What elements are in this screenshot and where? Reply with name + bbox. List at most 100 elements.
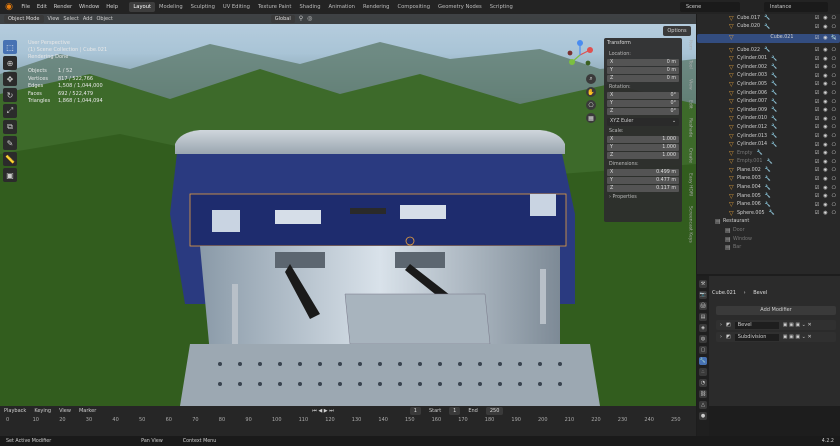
move-icon[interactable]: ✥ bbox=[3, 72, 17, 86]
checkbox-icon[interactable]: ☑ bbox=[815, 202, 819, 208]
outliner-item[interactable]: ▽ Cylinder.012 🔧 ☑ ◉ ⎔ bbox=[697, 123, 840, 132]
menu-view[interactable]: View bbox=[48, 16, 60, 22]
outliner-collection[interactable]: ▤ Window bbox=[697, 235, 840, 244]
eye-icon[interactable]: ◉ bbox=[823, 47, 827, 53]
menu-keying[interactable]: Keying bbox=[34, 408, 51, 414]
checkbox-icon[interactable]: ☑ bbox=[815, 142, 819, 148]
blender-logo-icon[interactable]: ◉ bbox=[4, 2, 14, 12]
camera-icon[interactable]: ⎔ bbox=[832, 176, 836, 182]
outliner-item[interactable]: ▽ Empty 🔧 ☑ ◉ ⎔ bbox=[697, 149, 840, 158]
outliner-item[interactable]: ▽ Sphere.005 🔧 ☑ ◉ ⎔ bbox=[697, 209, 840, 218]
dimensions-x-field[interactable]: X 0.499 m bbox=[607, 169, 679, 176]
checkbox-icon[interactable]: ☑ bbox=[815, 81, 819, 87]
tool-tab-icon[interactable]: ⚒ bbox=[699, 280, 707, 288]
transform-icon[interactable]: ⧉ bbox=[3, 120, 17, 134]
eye-icon[interactable]: ◉ bbox=[823, 124, 827, 130]
select-box-icon[interactable]: ⬚ bbox=[3, 40, 17, 54]
camera-icon[interactable]: ⎔ bbox=[832, 167, 836, 173]
camera-icon[interactable]: ⎔ bbox=[832, 142, 836, 148]
checkbox-icon[interactable]: ☑ bbox=[815, 64, 819, 70]
outliner-item[interactable]: ▽ Cylinder.010 🔧 ☑ ◉ ⎔ bbox=[697, 115, 840, 124]
timeline-ruler[interactable]: 0 10 20 30 40 50 60 70 80 90 100 110 120 130 140 150 160… bbox=[0, 416, 696, 425]
outliner-item[interactable]: ▽ Cylinder.005 🔧 ☑ ◉ ⎔ bbox=[697, 80, 840, 89]
checkbox-icon[interactable]: ☑ bbox=[815, 185, 819, 191]
tab-create[interactable]: Create bbox=[688, 148, 693, 163]
current-frame-field[interactable]: 1 bbox=[409, 406, 421, 415]
cursor-icon[interactable]: ⊕ bbox=[3, 56, 17, 70]
outliner-item[interactable]: ▽ Cube.022 🔧 ☑ ◉ ⎔ bbox=[697, 46, 840, 55]
camera-icon[interactable]: ⎔ bbox=[832, 64, 836, 70]
camera-icon[interactable]: ⎔ bbox=[832, 81, 836, 87]
output-tab-icon[interactable]: 🖨 bbox=[699, 302, 707, 310]
eye-icon[interactable]: ◉ bbox=[823, 90, 827, 96]
camera-icon[interactable]: ⎔ bbox=[832, 107, 836, 113]
menu-window[interactable]: Window bbox=[76, 4, 103, 10]
ortho-grid-icon[interactable]: ▦ bbox=[586, 113, 596, 123]
rotation-x-field[interactable]: X 0° bbox=[607, 92, 679, 99]
tab-uv-editing[interactable]: UV Editing bbox=[219, 2, 254, 12]
camera-icon[interactable]: ⎔ bbox=[832, 15, 836, 21]
outliner-item[interactable]: ▽ Plane.002 🔧 ☑ ◉ ⎔ bbox=[697, 166, 840, 175]
tab-geometry-nodes[interactable]: Geometry Nodes bbox=[434, 2, 486, 12]
checkbox-icon[interactable]: ☑ bbox=[815, 56, 819, 62]
outliner-item[interactable]: ▽ Plane.005 🔧 ☑ ◉ ⎔ bbox=[697, 192, 840, 201]
rotation-mode-select[interactable]: XYZ Euler ⌄ bbox=[607, 118, 679, 126]
menu-render[interactable]: Render bbox=[50, 4, 75, 10]
outliner-item[interactable]: ▽ Plane.004 🔧 ☑ ◉ ⎔ bbox=[697, 183, 840, 192]
camera-icon[interactable]: ⎔ bbox=[832, 47, 836, 53]
eye-icon[interactable]: ◉ bbox=[823, 81, 827, 87]
tab-scripting[interactable]: Scripting bbox=[486, 2, 517, 12]
eye-icon[interactable]: ◉ bbox=[823, 142, 827, 148]
start-frame-field[interactable]: 1 bbox=[449, 406, 461, 415]
camera-icon[interactable]: ⎔ bbox=[832, 202, 836, 208]
tab-easy-hdri[interactable]: Easy HDRI bbox=[688, 173, 693, 196]
outliner-item[interactable]: ▽ Cube.021 🔧 ☑ ◉ ⎔ bbox=[697, 34, 840, 43]
outliner-item[interactable]: ▽ Cylinder.006 🔧 ☑ ◉ ⎔ bbox=[697, 89, 840, 98]
camera-icon[interactable]: ⎔ bbox=[832, 210, 836, 216]
outliner[interactable]: ▽ Cube.017 🔧 ☑ ◉ ⎔ ▽ Cube.020 🔧 ☑ ◉ ⎔ ▽ Cube.021 🔧 ☑ ◉ ⎔ ▽… bbox=[697, 14, 840, 274]
modifier-subdivision[interactable]: › ◩ Subdivision ▣ ▣ ▣ ⌄ ✕ bbox=[716, 332, 836, 342]
eye-icon[interactable]: ◉ bbox=[823, 176, 827, 182]
camera-icon[interactable]: ⎔ bbox=[832, 185, 836, 191]
add-cube-icon[interactable]: ▣ bbox=[3, 168, 17, 182]
menu-select[interactable]: Select bbox=[63, 16, 78, 22]
physics-tab-icon[interactable]: ◔ bbox=[699, 379, 707, 387]
outliner-item[interactable]: ▽ Cylinder.007 🔧 ☑ ◉ ⎔ bbox=[697, 97, 840, 106]
menu-edit[interactable]: Edit bbox=[33, 4, 50, 10]
outliner-item[interactable]: ▽ Cylinder.013 🔧 ☑ ◉ ⎔ bbox=[697, 132, 840, 141]
camera-icon[interactable]: ⎔ bbox=[832, 116, 836, 122]
checkbox-icon[interactable]: ☑ bbox=[815, 15, 819, 21]
world-tab-icon[interactable]: ◍ bbox=[699, 335, 707, 343]
scene-tab-icon[interactable]: ◈ bbox=[699, 324, 707, 332]
checkbox-icon[interactable]: ☑ bbox=[815, 210, 819, 216]
rotation-z-field[interactable]: Z 0° bbox=[607, 108, 679, 115]
camera-icon[interactable]: ⎔ bbox=[832, 159, 836, 165]
eye-icon[interactable]: ◉ bbox=[823, 159, 827, 165]
eye-icon[interactable]: ◉ bbox=[823, 116, 827, 122]
outliner-collection[interactable]: ▤ Door bbox=[697, 226, 840, 235]
eye-icon[interactable]: ◉ bbox=[823, 56, 827, 62]
checkbox-icon[interactable]: ☑ bbox=[815, 73, 819, 79]
tab-compositing[interactable]: Compositing bbox=[393, 2, 434, 12]
camera-icon[interactable]: ⎔ bbox=[832, 133, 836, 139]
scale-x-field[interactable]: X 1.000 bbox=[607, 136, 679, 143]
eye-icon[interactable]: ◉ bbox=[823, 99, 827, 105]
tab-rendering[interactable]: Rendering bbox=[359, 2, 394, 12]
modifier-tab-icon[interactable]: 🔧 bbox=[699, 357, 707, 365]
scale-icon[interactable]: ⤢ bbox=[3, 104, 17, 118]
dimensions-z-field[interactable]: Z 0.117 m bbox=[607, 185, 679, 192]
outliner-item[interactable]: ▽ Plane.006 🔧 ☑ ◉ ⎔ bbox=[697, 200, 840, 209]
modifier-name-field[interactable]: Subdivision bbox=[734, 333, 779, 341]
camera-icon[interactable]: ⎔ bbox=[832, 56, 836, 62]
checkbox-icon[interactable]: ☑ bbox=[815, 116, 819, 122]
modifier-name-field[interactable]: Bevel bbox=[734, 321, 779, 329]
camera-icon[interactable]: ⎔ bbox=[832, 90, 836, 96]
particles-tab-icon[interactable]: ∴ bbox=[699, 368, 707, 376]
scene-selector[interactable]: Scene bbox=[680, 2, 740, 12]
eye-icon[interactable]: ◉ bbox=[823, 167, 827, 173]
chevron-right-icon[interactable]: › bbox=[720, 334, 722, 340]
camera-icon[interactable]: ⎔ bbox=[832, 150, 836, 156]
options-button[interactable]: Options bbox=[663, 26, 691, 36]
outliner-item[interactable]: ▽ Cylinder.001 🔧 ☑ ◉ ⎔ bbox=[697, 54, 840, 63]
menu-playback[interactable]: Playback bbox=[4, 408, 26, 414]
